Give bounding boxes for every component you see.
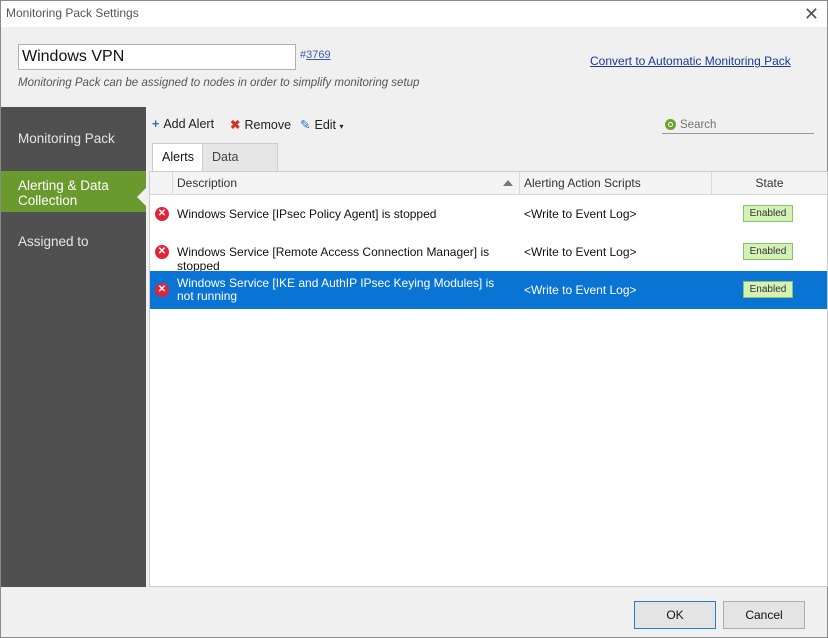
sidebar-item-label: Assigned to	[18, 234, 89, 249]
search-icon	[665, 119, 676, 130]
remove-button[interactable]: ✖ Remove	[230, 117, 291, 132]
plus-icon: +	[152, 117, 160, 131]
edit-button[interactable]: ✎ Edit ▾	[300, 117, 344, 132]
pack-id-link[interactable]: #3769	[300, 49, 331, 61]
delete-icon: ✖	[230, 118, 241, 132]
row-description: Windows Service [IPsec Policy Agent] is …	[177, 207, 437, 221]
sort-ascending-icon	[503, 180, 513, 186]
sidebar-item-label: Alerting & Data Collection	[18, 178, 109, 208]
pack-id-number: 3769	[306, 49, 331, 61]
close-icon[interactable]: ✕	[804, 4, 819, 25]
row-script: <Write to Event Log>	[524, 283, 637, 297]
main-content: +Add Alert ✖Remove ✎Edit ▾ Alerts Data C…	[146, 107, 828, 587]
table-row[interactable]: ✕ Windows Service [IKE and AuthIP IPsec …	[150, 271, 827, 309]
error-icon: ✕	[155, 245, 169, 259]
column-description-label: Description	[177, 176, 238, 190]
tab-alerts[interactable]: Alerts	[152, 143, 204, 172]
ok-button[interactable]: OK	[634, 601, 716, 629]
active-indicator-arrow	[137, 188, 146, 206]
add-alert-label: Add Alert	[163, 117, 215, 131]
icon-column-header	[150, 172, 173, 194]
alerts-table: Description Alerting Action Scripts Stat…	[149, 171, 828, 587]
edit-label: Edit	[314, 118, 337, 132]
sidebar-item-label: Monitoring Pack	[18, 131, 115, 146]
remove-label: Remove	[244, 118, 292, 132]
convert-automatic-link[interactable]: Convert to Automatic Monitoring Pack	[590, 54, 791, 68]
dialog-window: Monitoring Pack Settings ✕ #3769 Monitor…	[0, 0, 828, 638]
table-row[interactable]: ✕ Windows Service [IPsec Policy Agent] i…	[150, 195, 827, 233]
error-icon: ✕	[155, 283, 169, 297]
column-description[interactable]: Description	[173, 172, 520, 194]
title-bar: Monitoring Pack Settings ✕	[1, 1, 827, 27]
header-section: #3769 Monitoring Pack can be assigned to…	[1, 27, 827, 107]
column-state[interactable]: State	[712, 172, 827, 194]
sidebar-item-alerting[interactable]: Alerting & Data Collection	[1, 171, 146, 212]
column-scripts-label: Alerting Action Scripts	[524, 176, 641, 190]
cancel-button[interactable]: Cancel	[723, 601, 805, 629]
dialog-footer: OK Cancel	[1, 587, 827, 637]
search-box[interactable]	[662, 117, 814, 134]
row-script: <Write to Event Log>	[524, 207, 637, 221]
error-icon: ✕	[155, 207, 169, 221]
table-header: Description Alerting Action Scripts Stat…	[150, 172, 827, 195]
add-alert-button[interactable]: + Add Alert	[152, 117, 214, 131]
column-scripts[interactable]: Alerting Action Scripts	[520, 172, 712, 194]
tab-data-collectors[interactable]: Data Collectors	[202, 143, 278, 191]
window-title: Monitoring Pack Settings	[6, 6, 139, 20]
sidebar-item-monitoring-pack[interactable]: Monitoring Pack	[1, 131, 146, 146]
pack-hint-text: Monitoring Pack can be assigned to nodes…	[18, 77, 420, 89]
column-state-label: State	[755, 176, 784, 190]
row-script: <Write to Event Log>	[524, 245, 637, 259]
status-badge: Enabled	[743, 281, 793, 298]
status-badge: Enabled	[743, 243, 793, 260]
table-row[interactable]: ✕ Windows Service [Remote Access Connect…	[150, 233, 827, 273]
sidebar-item-assigned-to[interactable]: Assigned to	[1, 234, 146, 249]
row-description: Windows Service [Remote Access Connectio…	[177, 245, 490, 273]
chevron-down-icon: ▾	[339, 122, 344, 131]
pencil-icon: ✎	[300, 118, 311, 132]
sidebar: Monitoring Pack Alerting & Data Collecti…	[1, 107, 146, 587]
row-description: Windows Service [IKE and AuthIP IPsec Ke…	[177, 276, 495, 303]
status-badge: Enabled	[743, 205, 793, 222]
toolbar: + Add Alert ✖ Remove ✎ Edit ▾	[146, 107, 827, 143]
pack-name-input[interactable]	[18, 44, 296, 70]
search-input[interactable]	[678, 117, 812, 132]
